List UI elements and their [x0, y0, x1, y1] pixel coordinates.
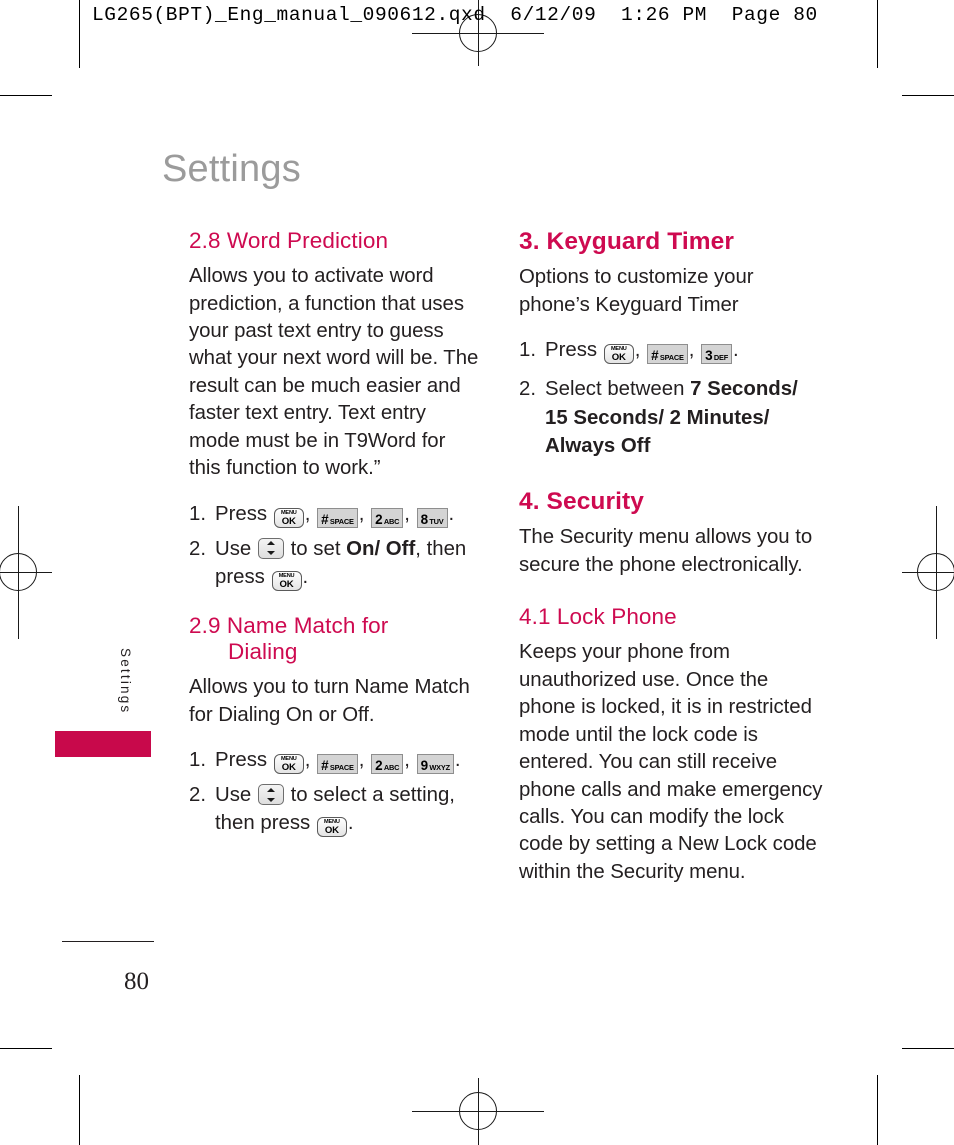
hash-space-key-icon: # SPACE [647, 344, 688, 365]
period: . [302, 565, 309, 588]
step-text: Press [545, 339, 598, 362]
comma: , [304, 749, 311, 772]
step-number: 2. [519, 378, 537, 401]
section-heading-3: 3. Keyguard Timer [519, 228, 735, 255]
steps-2-9: 1. Press MENU OK, # SPACE, 2 ABC, 9 WXYZ. 2. U… [189, 746, 481, 838]
menu-ok-key-icon: MENU OK [271, 570, 302, 591]
menu-ok-key-icon: MENU OK [273, 754, 304, 775]
step-number: 2. [189, 537, 207, 560]
two-abc-key-icon: 2 ABC [371, 507, 404, 528]
step-item: 1. Press MENU OK, # SPACE, 3 DEF. [519, 336, 829, 365]
menu-ok-key-icon: MENU OK [603, 344, 634, 365]
side-tab-label: Settings [118, 648, 133, 715]
section-heading-2-9: 2.9 Name Match for Dialing [189, 613, 481, 665]
menu-ok-key-icon: MENU OK [273, 507, 304, 528]
section-body-4: The Security menu allows you to secure t… [519, 526, 813, 576]
section-body-2-9: Allows you to turn Name Match for Dialin… [189, 676, 470, 726]
period: . [347, 812, 354, 835]
step-item: 2. Select between 7 Seconds/ 15 Seconds/ … [519, 375, 829, 459]
section-heading-2-9-line2: Dialing [228, 639, 298, 665]
nine-wxyz-key-icon: 9 WXYZ [416, 754, 454, 775]
comma: , [358, 749, 365, 772]
footer-rule [62, 941, 154, 942]
step-item: 2. Use to set On/ Off, then press MENU OK. [189, 535, 481, 591]
step-item: 1. Press MENU OK, # SPACE, 2 ABC, 8 TUV. [189, 500, 481, 528]
comma: , [634, 339, 641, 362]
steps-2-8: 1. Press MENU OK, # SPACE, 2 ABC, 8 TUV. 2. Us… [189, 500, 481, 591]
option-value-2: 15 Seconds/ 2 Minutes/ [545, 406, 770, 429]
step-text: Select between [545, 378, 685, 401]
right-column: 3. Keyguard Timer Options to customize y… [519, 228, 829, 886]
three-def-key-icon: 3 DEF [701, 344, 733, 365]
steps-3: 1. Press MENU OK, # SPACE, 3 DEF. 2. Select b… [519, 336, 829, 460]
section-heading-4-1: 4.1 Lock Phone [519, 604, 677, 630]
eight-tuv-key-icon: 8 TUV [416, 507, 448, 528]
section-heading-2-9-line1: 2.9 Name Match for [189, 613, 389, 639]
step-text: Use [215, 784, 252, 807]
step-text: Press [215, 502, 268, 525]
page-title: Settings [162, 148, 301, 190]
up-down-navigation-key-icon [257, 784, 284, 806]
comma: , [404, 749, 410, 772]
hash-space-key-icon: # SPACE [317, 507, 358, 528]
side-tab-block [55, 731, 151, 757]
option-value-3: Always Off [545, 434, 651, 457]
step-text: Press [215, 749, 268, 772]
menu-ok-key-icon: MENU OK [316, 817, 347, 838]
left-column: 2.8 Word Prediction Allows you to activa… [189, 228, 481, 845]
section-heading-2-8: 2.8 Word Prediction [189, 228, 389, 253]
step-text: Use [215, 537, 252, 560]
step-text: , then press [215, 537, 467, 588]
comma: , [304, 502, 311, 525]
period: . [448, 502, 455, 525]
step-bold-value: On/ Off [346, 537, 416, 560]
page-number: 80 [124, 968, 149, 995]
comma: , [358, 502, 365, 525]
step-number: 1. [519, 339, 537, 362]
period: . [733, 339, 739, 362]
section-body-3: Options to customize your phone’s Keygua… [519, 266, 754, 316]
comma: , [404, 502, 410, 525]
step-number: 1. [189, 502, 207, 525]
step-text: to set [290, 537, 341, 560]
step-item: 1. Press MENU OK, # SPACE, 2 ABC, 9 WXYZ. [189, 746, 481, 775]
two-abc-key-icon: 2 ABC [371, 754, 404, 775]
up-down-navigation-key-icon [257, 537, 284, 559]
option-value-1: 7 Seconds/ [690, 378, 798, 401]
section-heading-4: 4. Security [519, 487, 645, 515]
step-number: 2. [189, 784, 207, 807]
step-number: 1. [189, 749, 207, 772]
period: . [454, 749, 461, 772]
manual-page: Settings Settings 2.8 Word Prediction Al… [0, 0, 954, 1145]
hash-space-key-icon: # SPACE [317, 754, 358, 775]
step-item: 2. Use to select a setting, then press ME… [189, 781, 481, 838]
section-body-2-8: Allows you to activate word prediction, … [189, 265, 479, 480]
comma: , [688, 339, 695, 362]
section-body-4-1: Keeps your phone from unauthorized use. … [519, 641, 823, 883]
